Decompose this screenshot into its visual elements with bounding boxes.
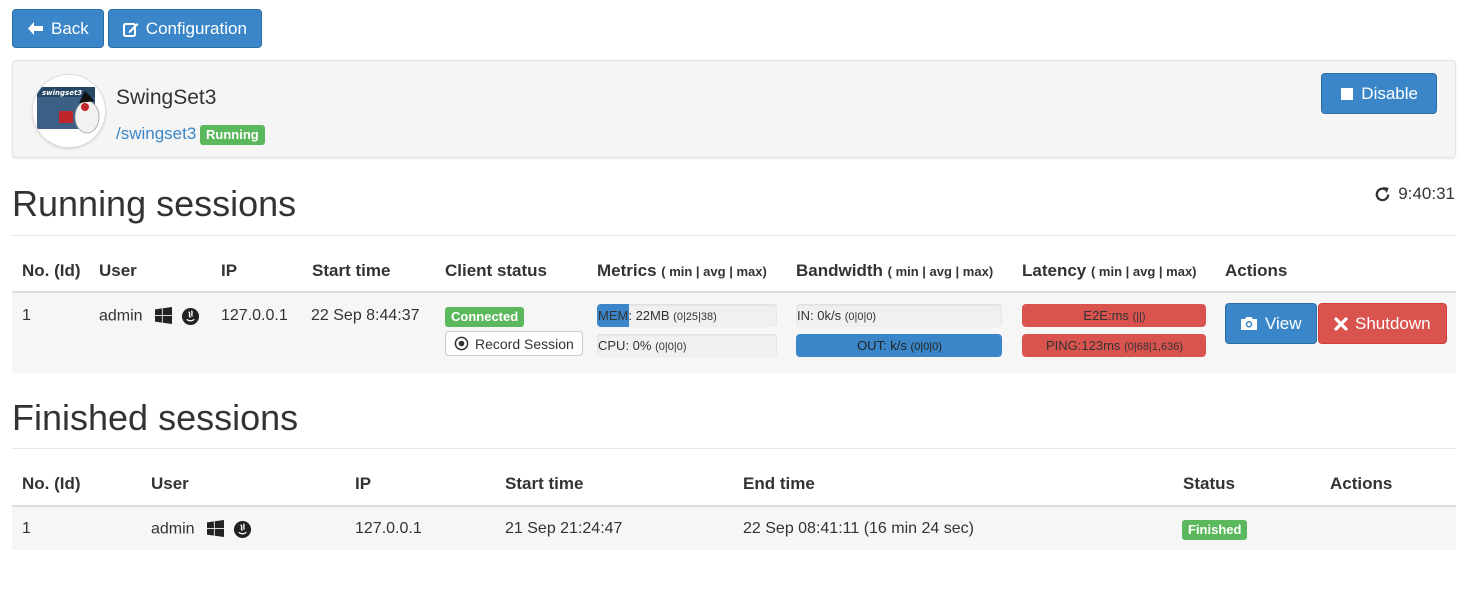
app-status-badge: Running [200, 125, 265, 146]
mem-value: 22MB [635, 308, 670, 323]
cell-end-time: 22 Sep 08:41:11 (16 min 24 sec) [743, 520, 974, 537]
view-button-label: View [1265, 313, 1302, 333]
stat-suffix: ( min | avg | max) [661, 264, 767, 279]
shutdown-button[interactable]: Shutdown [1318, 303, 1447, 344]
view-button[interactable]: View [1225, 303, 1317, 344]
app-logo: swingset3 [33, 75, 105, 147]
record-session-button[interactable]: Record Session [445, 331, 583, 356]
mem-bar: MEM: 22MB (0|25|38) [597, 304, 777, 327]
mem-label: MEM: [598, 308, 632, 323]
stat-suffix: ( min | avg | max) [887, 264, 994, 279]
col-header-bandwidth-label: Bandwidth [796, 261, 883, 280]
disable-button[interactable]: Disable [1321, 73, 1437, 114]
col-header-ip: IP [355, 474, 372, 493]
shutdown-button-label: Shutdown [1355, 313, 1431, 333]
divider [12, 235, 1456, 236]
latency-e2e-bar: E2E:ms (||) [1022, 304, 1206, 327]
client-status-badge: Connected [445, 307, 525, 328]
record-icon [454, 336, 469, 351]
col-header-client-status: Client status [445, 261, 548, 280]
back-button-label: Back [51, 18, 89, 38]
divider [12, 448, 1456, 449]
windows-icon [155, 307, 173, 324]
col-header-user: User [99, 261, 137, 280]
refresh-time: 9:40:31 [1398, 184, 1455, 203]
e2e-stats: (||) [1132, 311, 1146, 323]
edit-icon [122, 22, 139, 37]
in-label: IN: 0k/s [797, 308, 842, 323]
col-header-latency-label: Latency [1022, 261, 1087, 280]
cell-user: admin [151, 520, 252, 539]
cell-user-name: admin [151, 520, 195, 538]
col-header-metrics-label: Metrics [597, 261, 657, 280]
col-header-end: End time [743, 474, 815, 493]
top-toolbar: Back Configuration [12, 9, 262, 48]
col-header-user: User [151, 474, 189, 493]
ping-label: PING:123ms [1046, 338, 1121, 353]
latency-ping-bar: PING:123ms (0|68|1,636) [1022, 334, 1206, 357]
record-session-label: Record Session [475, 335, 574, 352]
col-header-ip: IP [221, 261, 238, 280]
finished-status-badge: Finished [1182, 520, 1248, 541]
col-header-actions: Actions [1225, 261, 1288, 280]
refresh-indicator[interactable]: 9:40:31 [1373, 184, 1455, 204]
cell-start-time: 21 Sep 21:24:47 [505, 520, 623, 537]
stop-icon [1341, 87, 1354, 100]
col-header-bandwidth: Bandwidth ( min | avg | max) [796, 261, 993, 281]
bandwidth-out-bar: OUT: k/s (0|0|0) [796, 334, 1002, 357]
bandwidth-in-bar: IN: 0k/s (0|0|0) [796, 304, 1002, 327]
back-button[interactable]: Back [12, 9, 104, 48]
col-header-start: Start time [312, 261, 391, 280]
out-stats: (0|0|0) [910, 341, 942, 353]
configuration-button-label: Configuration [145, 18, 247, 38]
col-header-metrics: Metrics ( min | avg | max) [597, 261, 767, 281]
cpu-bar: CPU: 0% (0|0|0) [597, 334, 777, 357]
cell-user-name: admin [99, 307, 143, 325]
e2e-label: E2E:ms [1083, 308, 1129, 323]
cell-ip: 127.0.0.1 [221, 307, 288, 324]
windows-icon [207, 520, 225, 537]
out-label: OUT: k/s [857, 338, 907, 353]
col-header-start: Start time [505, 474, 584, 493]
col-header-no: No. (Id) [22, 474, 81, 493]
cell-no: 1 [22, 520, 31, 537]
app-path-link[interactable]: /swingset3 [116, 124, 196, 144]
svg-text:swingset3: swingset3 [42, 89, 82, 97]
disable-button-label: Disable [1361, 83, 1418, 103]
col-header-actions: Actions [1330, 474, 1393, 493]
close-icon [1334, 316, 1348, 331]
col-header-latency: Latency ( min | avg | max) [1022, 261, 1197, 281]
cell-ip: 127.0.0.1 [355, 520, 422, 537]
col-header-no: No. (Id) [22, 261, 81, 280]
cell-no: 1 [22, 307, 31, 324]
cell-start-time: 22 Sep 8:44:37 [311, 307, 420, 324]
refresh-icon [1375, 186, 1390, 201]
mem-stats: (0|25|38) [673, 311, 717, 323]
java-icon [181, 307, 200, 326]
app-name: SwingSet3 [116, 86, 217, 109]
col-header-status: Status [1183, 474, 1235, 493]
camera-icon [1241, 317, 1257, 330]
arrow-left-icon [28, 22, 43, 35]
configuration-button[interactable]: Configuration [107, 9, 262, 48]
in-stats: (0|0|0) [844, 311, 877, 323]
cpu-stats: (0|0|0) [655, 341, 687, 353]
running-sessions-title: Running sessions [12, 183, 297, 224]
stat-suffix: ( min | avg | max) [1090, 264, 1197, 279]
app-panel: swingset3 SwingSet3 /swingset3 Running D… [12, 60, 1456, 158]
finished-sessions-title: Finished sessions [12, 397, 299, 438]
java-icon [233, 520, 252, 539]
cpu-label: CPU: 0% [598, 338, 652, 353]
ping-stats: (0|68|1,636) [1124, 341, 1183, 353]
cell-user: admin [99, 307, 200, 326]
